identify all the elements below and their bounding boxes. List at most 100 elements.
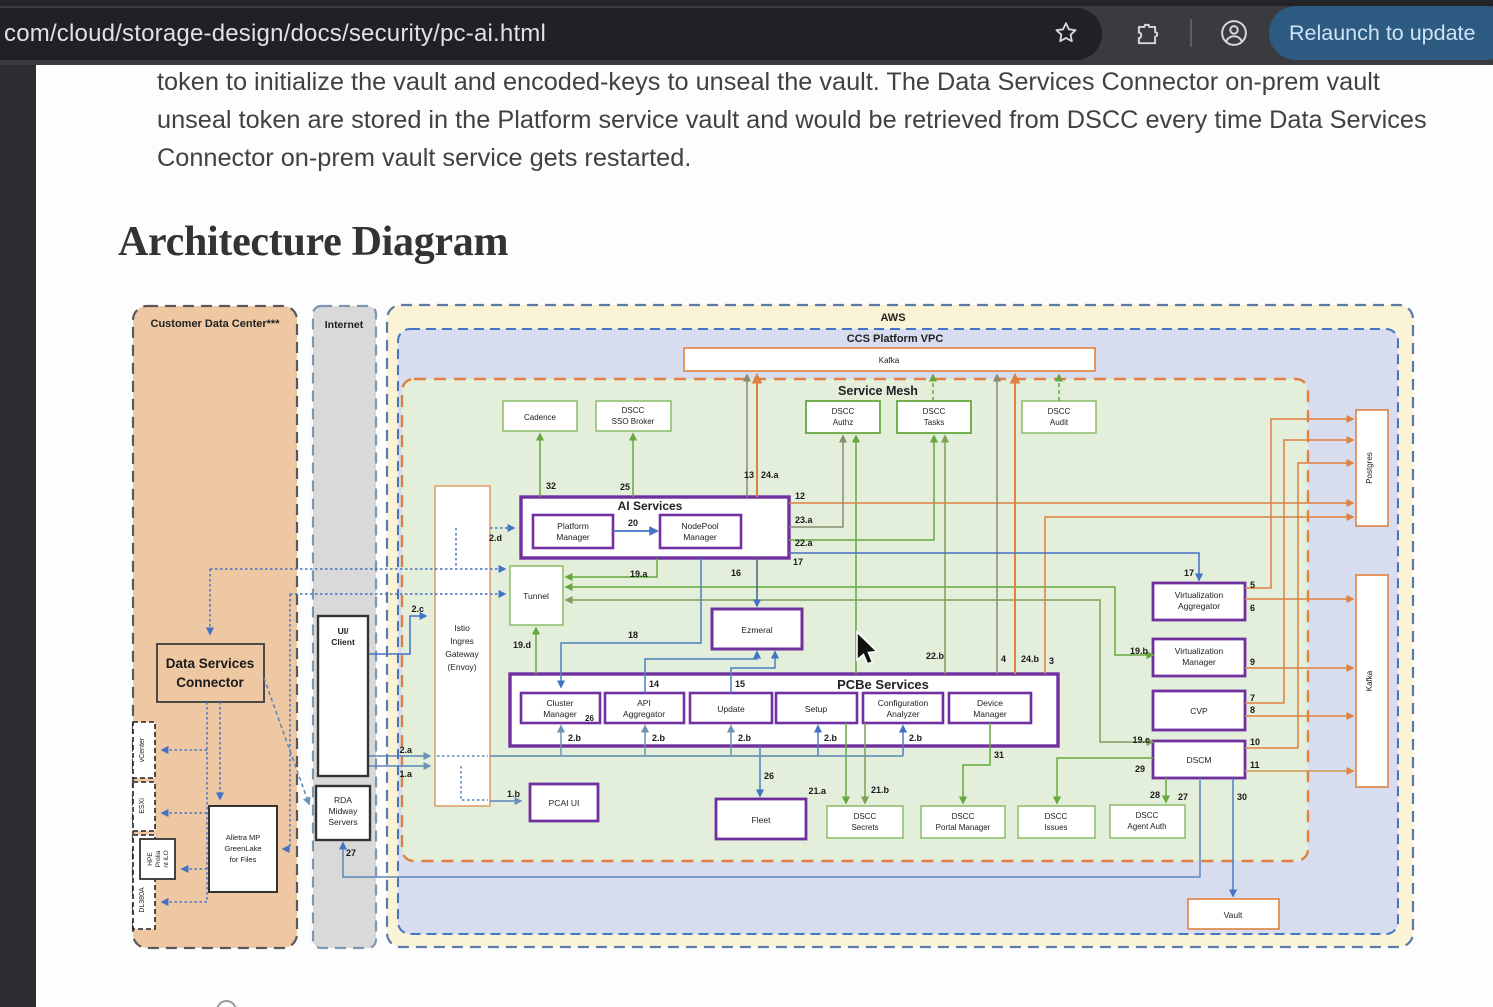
svg-text:API: API <box>637 698 651 708</box>
svg-text:Istio: Istio <box>454 623 470 633</box>
svg-text:Gateway: Gateway <box>445 649 479 659</box>
svg-text:17: 17 <box>793 557 803 567</box>
svg-text:vCenter: vCenter <box>139 737 146 762</box>
svg-text:Prolia: Prolia <box>155 850 162 867</box>
svg-text:19.a: 19.a <box>630 569 649 579</box>
svg-text:Device: Device <box>977 698 1003 708</box>
svg-text:Client: Client <box>331 637 355 647</box>
svg-text:AI Services: AI Services <box>618 499 683 513</box>
svg-text:Vault: Vault <box>1224 910 1243 920</box>
svg-text:Service Mesh: Service Mesh <box>838 384 918 398</box>
svg-text:Authz: Authz <box>833 418 853 427</box>
svg-text:2.b: 2.b <box>909 733 923 743</box>
svg-text:30: 30 <box>1237 792 1247 802</box>
svg-text:Midway: Midway <box>329 806 359 816</box>
svg-text:22.b: 22.b <box>926 651 945 661</box>
svg-text:(Envoy): (Envoy) <box>447 662 476 672</box>
svg-text:HPE: HPE <box>147 852 154 866</box>
svg-text:DSCC: DSCC <box>854 812 877 821</box>
svg-text:25: 25 <box>620 482 630 492</box>
svg-text:27: 27 <box>346 848 356 858</box>
svg-text:18: 18 <box>628 630 638 640</box>
svg-text:1.b: 1.b <box>507 789 521 799</box>
svg-text:2.b: 2.b <box>568 733 582 743</box>
svg-text:29: 29 <box>1135 764 1145 774</box>
svg-text:10: 10 <box>1250 737 1260 747</box>
svg-text:Tasks: Tasks <box>924 418 944 427</box>
svg-text:2.a: 2.a <box>399 745 413 755</box>
svg-text:UI/: UI/ <box>338 626 350 636</box>
svg-text:Kafka: Kafka <box>1365 670 1374 691</box>
svg-text:22.a: 22.a <box>795 538 814 548</box>
svg-text:nt iLO: nt iLO <box>163 850 170 867</box>
svg-text:CVP: CVP <box>1190 706 1208 716</box>
svg-text:13: 13 <box>744 470 754 480</box>
svg-text:6: 6 <box>1250 603 1255 613</box>
svg-text:20: 20 <box>628 518 638 528</box>
svg-text:21.b: 21.b <box>871 785 890 795</box>
svg-text:Data Services: Data Services <box>166 656 255 671</box>
svg-text:Secrets: Secrets <box>851 823 878 832</box>
svg-text:Configuration: Configuration <box>878 698 929 708</box>
svg-text:31: 31 <box>994 750 1004 760</box>
svg-text:24.b: 24.b <box>1021 654 1040 664</box>
svg-text:Servers: Servers <box>328 817 357 827</box>
svg-text:DSCC: DSCC <box>923 407 946 416</box>
svg-text:DSCC: DSCC <box>622 406 645 415</box>
svg-text:Connector: Connector <box>176 675 244 690</box>
svg-text:9: 9 <box>1250 657 1255 667</box>
svg-text:26: 26 <box>585 714 594 723</box>
svg-text:CCS Platform VPC: CCS Platform VPC <box>847 333 944 345</box>
svg-text:Alletra MP: Alletra MP <box>226 833 261 842</box>
svg-text:Portal Manager: Portal Manager <box>936 823 991 832</box>
svg-text:17: 17 <box>1184 568 1194 578</box>
svg-text:2.b: 2.b <box>738 733 752 743</box>
svg-text:Agent Auth: Agent Auth <box>1127 822 1166 831</box>
svg-text:PCAI UI: PCAI UI <box>549 798 580 808</box>
svg-text:Manager: Manager <box>556 532 590 542</box>
svg-text:15: 15 <box>735 679 745 689</box>
svg-text:19.b: 19.b <box>1130 646 1149 656</box>
svg-text:GreenLake: GreenLake <box>224 844 261 853</box>
svg-text:1.a: 1.a <box>399 769 413 779</box>
svg-text:11: 11 <box>1250 760 1260 770</box>
svg-text:7: 7 <box>1250 693 1255 703</box>
svg-text:32: 32 <box>546 481 556 491</box>
svg-text:5: 5 <box>1250 580 1255 590</box>
svg-text:27: 27 <box>1178 792 1188 802</box>
svg-text:Fleet: Fleet <box>752 815 772 825</box>
svg-text:26: 26 <box>764 771 774 781</box>
svg-text:Virtualization: Virtualization <box>1175 590 1224 600</box>
svg-text:2.d: 2.d <box>489 533 502 543</box>
svg-text:21.a: 21.a <box>808 786 827 796</box>
svg-text:DSCC: DSCC <box>1045 812 1068 821</box>
svg-text:28: 28 <box>1150 790 1160 800</box>
svg-text:Internet: Internet <box>325 319 364 331</box>
svg-text:8: 8 <box>1250 705 1255 715</box>
svg-text:DSCC: DSCC <box>1136 811 1159 820</box>
svg-text:DSCC: DSCC <box>832 407 855 416</box>
svg-text:Ingres: Ingres <box>450 636 474 646</box>
svg-text:NodePool: NodePool <box>681 521 718 531</box>
svg-text:ESXi: ESXi <box>139 798 146 814</box>
svg-text:DSCM: DSCM <box>1186 755 1211 765</box>
svg-text:Cadence: Cadence <box>524 413 557 422</box>
svg-text:RDA: RDA <box>334 795 352 805</box>
svg-text:2.b: 2.b <box>824 733 838 743</box>
svg-text:24.a: 24.a <box>761 470 780 480</box>
svg-text:Setup: Setup <box>805 704 827 714</box>
svg-text:Manager: Manager <box>973 709 1007 719</box>
svg-text:Analyzer: Analyzer <box>886 709 919 719</box>
svg-text:14: 14 <box>649 679 659 689</box>
svg-text:Manager: Manager <box>543 709 577 719</box>
svg-text:Cluster: Cluster <box>547 698 574 708</box>
svg-text:Manager: Manager <box>1182 657 1216 667</box>
svg-text:Manager: Manager <box>683 532 717 542</box>
svg-text:Platform: Platform <box>557 521 589 531</box>
svg-text:Ezmeral: Ezmeral <box>741 625 772 635</box>
svg-text:Postgres: Postgres <box>1365 452 1374 484</box>
svg-text:19.d: 19.d <box>513 640 531 650</box>
svg-text:DSCC: DSCC <box>1048 407 1071 416</box>
svg-text:AWS: AWS <box>880 312 905 324</box>
svg-text:DL380A: DL380A <box>139 887 146 913</box>
